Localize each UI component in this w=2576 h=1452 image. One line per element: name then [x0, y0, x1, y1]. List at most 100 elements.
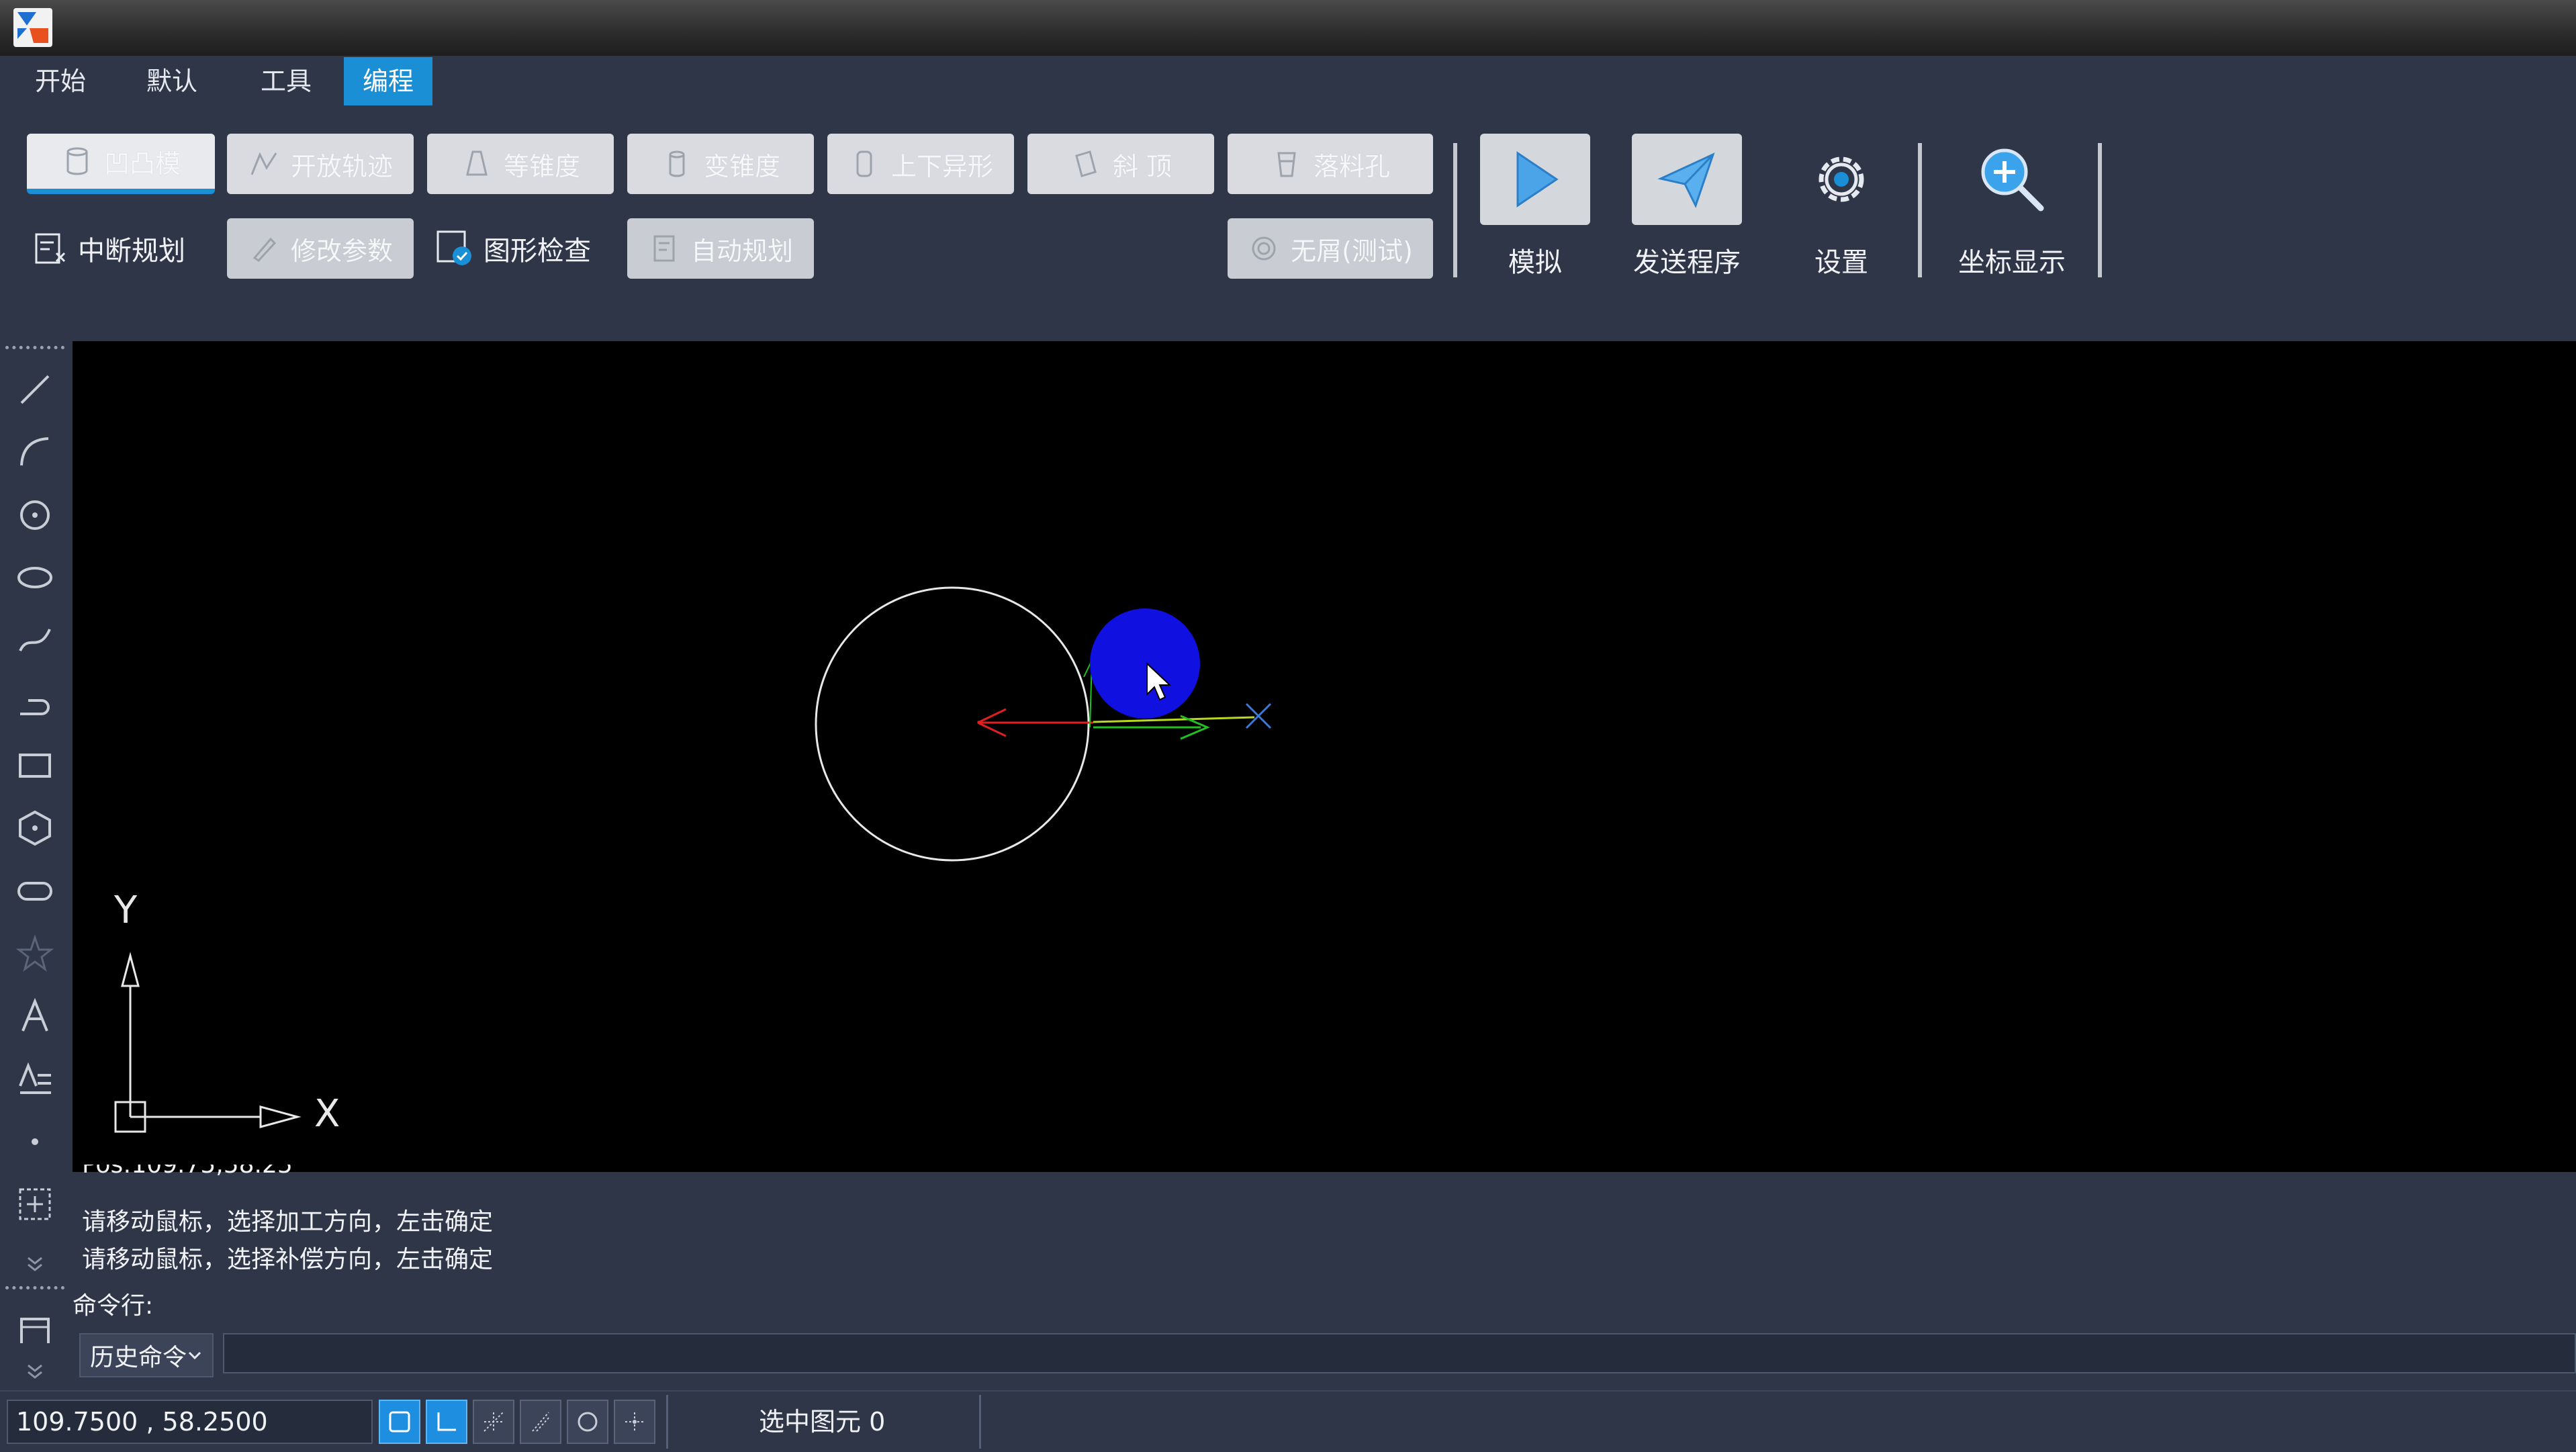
no-scrap-test-button[interactable]: 无屑(测试) — [1228, 218, 1433, 279]
menu-start[interactable]: 开始 — [16, 57, 105, 105]
ellipse-tool-icon[interactable] — [15, 557, 55, 598]
ortho-icon — [437, 1412, 456, 1431]
simulate-label: 模拟 — [1508, 247, 1562, 278]
status-divider — [666, 1395, 668, 1449]
shape-icon — [856, 150, 872, 177]
status-divider — [979, 1395, 981, 1449]
ribbon-toolbar: 凹凸模 开放轨迹 等锥度 变锥度 上下异形 斜 顶 落料孔 中断规划 修改参数 … — [0, 109, 2576, 338]
polar-icon — [532, 1412, 551, 1432]
chevron-down-icon — [188, 1351, 201, 1360]
coordinate-display-label: 坐标显示 — [1958, 247, 2066, 278]
polyline-tool-icon[interactable] — [15, 683, 55, 723]
star-tool-icon[interactable] — [15, 934, 55, 974]
snap-toggle[interactable] — [379, 1400, 420, 1444]
status-bar: 109.7500 , 58.2500 选中图元 0 — [0, 1390, 2576, 1452]
console-line: 请移动鼠标，选择补偿方向，左击确定 — [82, 1246, 494, 1273]
tracking-toggle[interactable] — [614, 1400, 655, 1444]
select-region-icon[interactable] — [15, 1184, 55, 1224]
x-axis-label: X — [314, 1092, 340, 1136]
start-point-marker — [1245, 702, 1272, 729]
object-snap-icon — [578, 1412, 598, 1432]
text-align-tool-icon[interactable] — [15, 1059, 55, 1099]
send-program-button[interactable] — [1632, 134, 1742, 225]
ucs-axes-icon — [114, 952, 302, 1133]
no-scrap-icon — [1252, 236, 1276, 261]
edit-params-icon — [252, 237, 277, 262]
drawing-canvas[interactable]: Y X — [73, 341, 2576, 1172]
rectangle-tool-icon[interactable] — [15, 745, 55, 786]
dimension-tool-icon[interactable] — [15, 1310, 55, 1350]
polygon-tool-icon[interactable] — [15, 808, 55, 848]
selected-count: 0 — [869, 1407, 886, 1437]
open-path-icon — [250, 152, 277, 175]
variable-cone-icon — [669, 150, 685, 177]
red-direction-arrow — [976, 708, 1093, 737]
shape-check-button[interactable]: 图形检查 — [435, 218, 591, 279]
chevron-down-icon[interactable] — [15, 1361, 55, 1381]
simulate-button[interactable] — [1480, 134, 1590, 225]
interrupt-planning-button[interactable]: 中断规划 — [32, 218, 185, 279]
workpiece-circle[interactable] — [815, 586, 1090, 862]
cone-icon — [466, 150, 488, 176]
send-program-label: 发送程序 — [1633, 247, 1741, 278]
ribbon-separator — [1453, 143, 1457, 277]
chevron-down-icon[interactable] — [15, 1254, 55, 1274]
cursor-highlight — [1090, 608, 1200, 719]
hole-icon — [1277, 152, 1296, 177]
coordinate-display-button[interactable] — [1951, 134, 2072, 225]
punch-die-button[interactable]: 凹凸模 — [27, 134, 215, 194]
zoom-in-icon — [1981, 148, 2044, 212]
slot-tool-icon[interactable] — [15, 871, 55, 911]
variable-taper-button[interactable]: 变锥度 — [627, 134, 814, 194]
ortho-toggle[interactable] — [426, 1400, 467, 1444]
menu-tools[interactable]: 工具 — [242, 57, 330, 105]
equal-taper-button[interactable]: 等锥度 — [427, 134, 614, 194]
object-snap-toggle[interactable] — [567, 1400, 608, 1444]
command-input[interactable] — [223, 1333, 2576, 1373]
play-icon — [1516, 151, 1559, 208]
auto-plan-icon — [653, 235, 675, 262]
menu-bar: 开始 默认 工具 编程 — [0, 57, 2576, 109]
gear-icon — [1819, 156, 1864, 202]
menu-default[interactable]: 默认 — [128, 57, 216, 105]
polar-toggle[interactable] — [520, 1400, 561, 1444]
spline-tool-icon[interactable] — [15, 620, 55, 660]
slant-icon — [1075, 150, 1097, 177]
open-path-button[interactable]: 开放轨迹 — [227, 134, 414, 194]
slant-top-button[interactable]: 斜 顶 — [1027, 134, 1214, 194]
ribbon-separator — [1918, 143, 1922, 277]
circle-tool-icon[interactable] — [15, 495, 55, 535]
snap-icon — [389, 1411, 410, 1433]
selected-elements: 选中图元 0 — [759, 1407, 886, 1437]
command-line-label: 命令行: — [73, 1292, 154, 1320]
upper-lower-shape-button[interactable]: 上下异形 — [827, 134, 1014, 194]
interrupt-icon — [35, 233, 66, 264]
grid-toggle[interactable] — [473, 1400, 514, 1444]
toolbar-grip — [5, 1286, 64, 1289]
modify-params-button[interactable]: 修改参数 — [227, 218, 414, 279]
text-tool-icon[interactable] — [15, 996, 55, 1036]
toolbar-grip — [5, 346, 64, 349]
console-line: 请移动鼠标，选择加工方向，左击确定 — [82, 1208, 494, 1236]
ribbon-separator — [2098, 143, 2102, 277]
menu-programming[interactable]: 编程 — [344, 57, 433, 105]
check-icon — [436, 230, 471, 265]
app-logo-icon — [13, 8, 52, 47]
point-tool-icon[interactable] — [15, 1122, 55, 1162]
settings-label: 设置 — [1814, 247, 1868, 278]
arc-tool-icon[interactable] — [15, 432, 55, 472]
settings-button[interactable] — [1786, 134, 1896, 225]
cylinder-icon — [66, 147, 88, 175]
left-toolbar — [0, 339, 70, 1387]
title-bar — [0, 0, 2576, 56]
tracking-icon — [625, 1412, 644, 1431]
line-tool-icon[interactable] — [15, 369, 55, 410]
history-command-button[interactable]: 历史命令 — [79, 1333, 214, 1377]
blanking-hole-button[interactable]: 落料孔 — [1228, 134, 1433, 194]
console-partial-line: Pos:109.75,58.25 — [82, 1165, 293, 1179]
send-icon — [1657, 152, 1715, 208]
y-axis-label: Y — [114, 889, 138, 932]
coordinate-readout: 109.7500 , 58.2500 — [7, 1400, 373, 1444]
console-output: Pos:109.75,58.25 请移动鼠标，选择加工方向，左击确定 请移动鼠标… — [73, 1165, 2576, 1312]
auto-planning-button[interactable]: 自动规划 — [627, 218, 814, 279]
